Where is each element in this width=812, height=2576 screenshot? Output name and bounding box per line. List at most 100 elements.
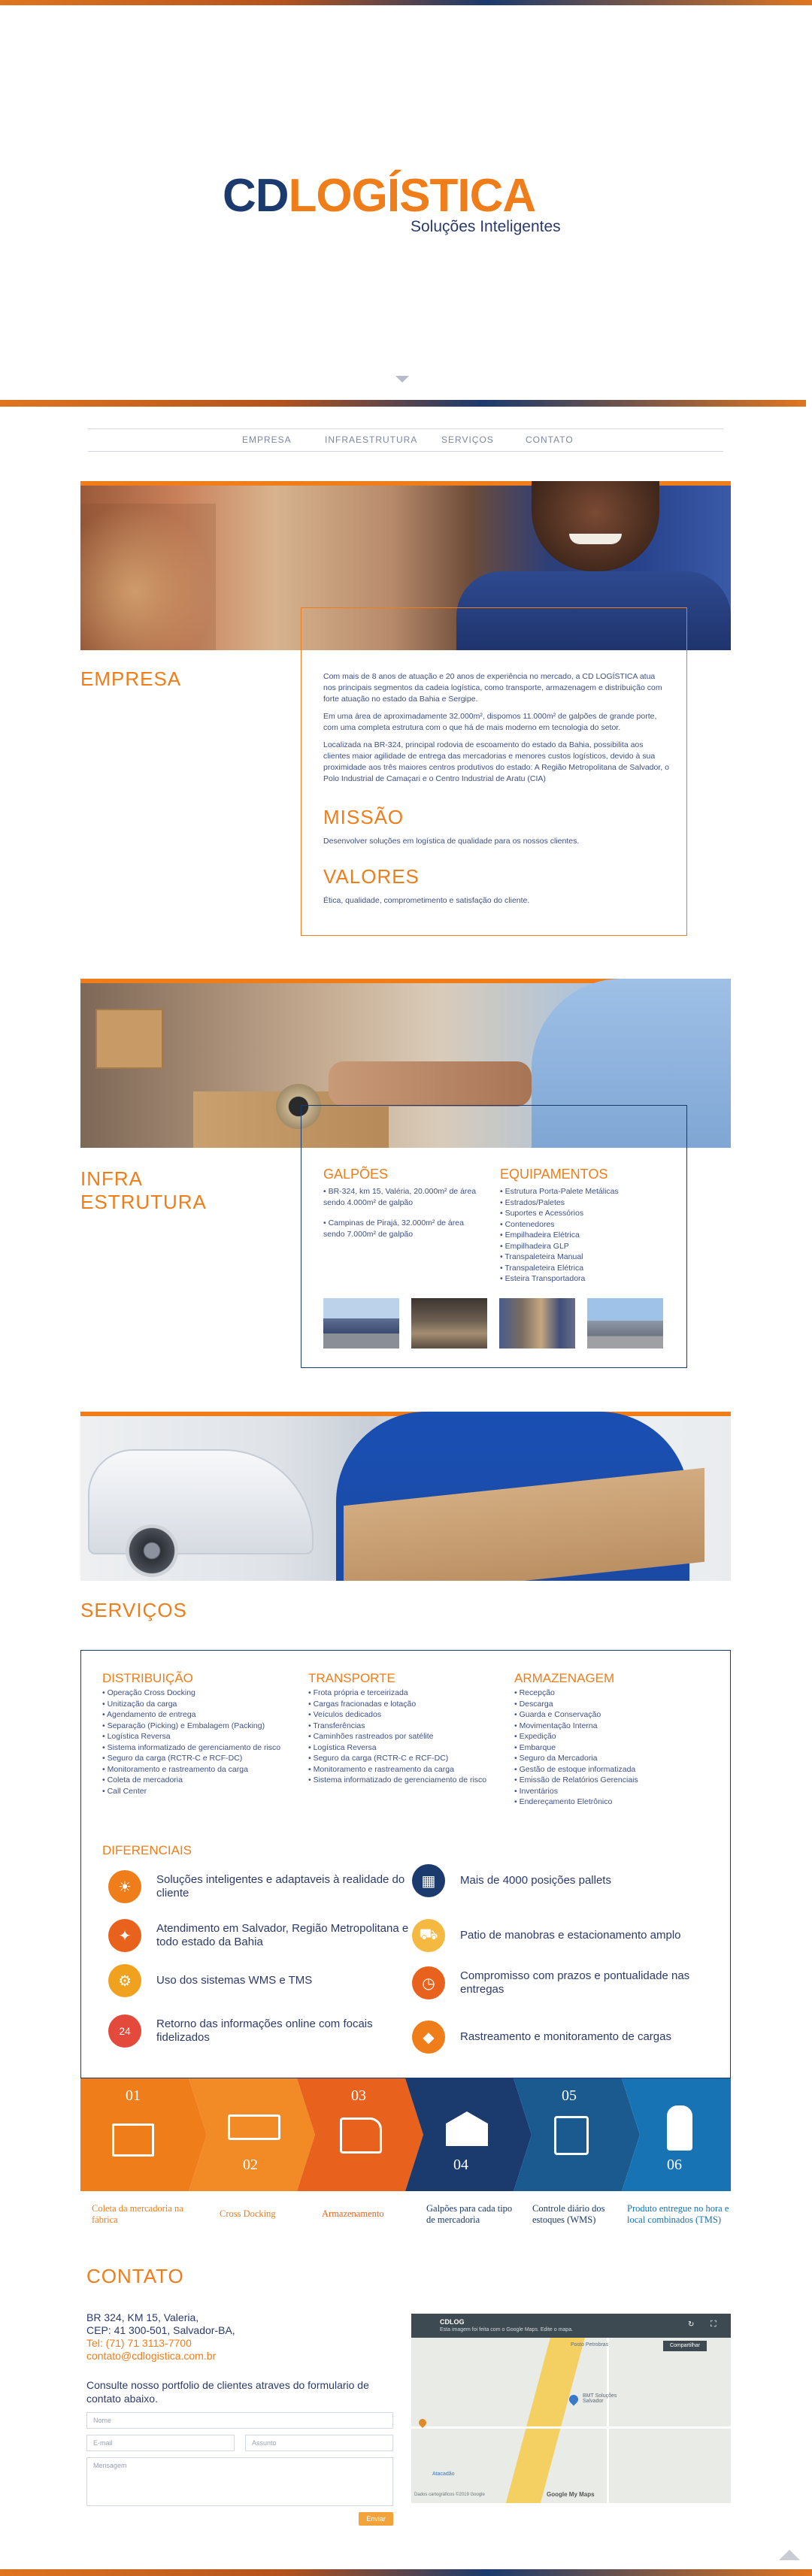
diferenciais-title: DIFERENCIAIS [102, 1843, 192, 1857]
diferencial-text: Rastreamento e monitoramento de cargas [460, 2030, 671, 2043]
map-poi-label: Posto Petrobras [571, 2342, 609, 2347]
map-road-minor [411, 2426, 731, 2429]
pallet-icon: ▦ [412, 1864, 445, 1897]
list-item: • Campinas de Pirajá, 32.000m² de área s… [323, 1218, 464, 1239]
contato-title: CONTATO [86, 2265, 184, 2287]
list-item: • Monitoramento e rastreamento da carga [308, 1764, 454, 1774]
logo[interactable]: CDLOGÍSTICA Soluções Inteligentes [223, 170, 583, 245]
list-item: • Descarga [514, 1699, 553, 1709]
map-fullscreen-icon[interactable]: ⛶ [710, 2320, 717, 2329]
delivery-truck-icon [228, 2114, 280, 2140]
armazenagem-title: ARMAZENAGEM [514, 1671, 615, 1685]
infra-title-line2: ESTRUTURA [80, 1191, 207, 1213]
transporte-title: TRANSPORTE [308, 1671, 395, 1685]
diferencial-item: ▦ Mais de 4000 posições pallets [412, 1864, 713, 1897]
name-field[interactable]: Nome [86, 2412, 393, 2429]
list-item: • Frota própria e terceirizada [308, 1688, 408, 1697]
phone-link[interactable]: Tel: (71) 71 3113-7700 [86, 2337, 235, 2350]
address-line: BR 324, KM 15, Valeria, [86, 2311, 199, 2323]
list-item: • Transpaleteira Elétrica [500, 1263, 584, 1273]
map-header: CDLOG Esta imagem foi feita com o Google… [411, 2314, 731, 2338]
diferencial-item: ◷ Compromisso com prazos e pontualidade … [412, 1966, 713, 1999]
infra-thumbnail[interactable] [411, 1298, 487, 1349]
step-label: Controle diário dos estoques (WMS) [532, 2203, 605, 2225]
nav-empresa[interactable]: EMPRESA [242, 434, 292, 445]
message-field[interactable]: Mensagem [86, 2457, 393, 2506]
infra-title-line1: INFRA [80, 1167, 143, 1190]
nav-top-rule [88, 428, 723, 429]
map-google-label: Google My Maps [547, 2491, 595, 2498]
servicos-photo [80, 1412, 731, 1581]
logo-cd: CD [223, 170, 289, 222]
list-item: • BR-324, km 15, Valéria, 20.000m² de ár… [323, 1187, 477, 1207]
map-share-button[interactable]: Compartilhar [663, 2341, 707, 2351]
list-item: • Suportes e Acessórios [500, 1209, 584, 1218]
send-button[interactable]: Enviar [359, 2512, 393, 2526]
list-item: • Seguro da Mercadoria [514, 1754, 598, 1763]
valores-text: Ética, qualidade, comprometimento e sati… [323, 896, 530, 905]
list-item: • Movimentação Interna [514, 1721, 598, 1730]
map-subtitle: Esta imagem foi feita com o Google Maps.… [440, 2327, 574, 2332]
map-embed[interactable]: CDLOG Esta imagem foi feita com o Google… [411, 2314, 731, 2503]
process-steps-graphic [80, 2078, 731, 2191]
logo-tagline: Soluções Inteligentes [411, 218, 561, 235]
infra-thumbnail[interactable] [499, 1298, 575, 1349]
map-road [498, 2338, 585, 2503]
subject-field[interactable]: Assunto [245, 2435, 393, 2451]
empresa-text: Com mais de 8 anos de atuação e 20 anos … [323, 671, 669, 785]
step-number: 01 [126, 2087, 141, 2104]
diferencial-text: Mais de 4000 posições pallets [460, 1874, 611, 1887]
map-share-icon[interactable]: ↻ [688, 2320, 694, 2329]
list-item: • Agendamento de entrega [102, 1710, 196, 1719]
list-item: • Estrutura Porta-Palete Metálicas [500, 1187, 619, 1196]
empresa-paragraph: Com mais de 8 anos de atuação e 20 anos … [323, 672, 662, 704]
transporte-list: • Frota própria e terceirizada • Cargas … [308, 1688, 504, 1786]
list-item: • Logística Reversa [308, 1742, 377, 1752]
scroll-top-icon[interactable] [779, 2550, 800, 2560]
step-label: Coleta da mercadoria na fábrica [92, 2203, 183, 2225]
list-item: • Estrados/Paletes [500, 1197, 565, 1207]
scroll-down-icon[interactable] [395, 376, 409, 383]
checklist-icon [554, 2116, 589, 2155]
list-item: • Transpaleteira Manual [500, 1252, 583, 1261]
empresa-paragraph: Localizada na BR-324, principal rodovia … [323, 740, 669, 783]
step-number: 04 [453, 2157, 468, 2173]
diferencial-text: Soluções inteligentes e adaptaveis à rea… [156, 1873, 405, 1899]
step-number: 03 [351, 2087, 366, 2104]
step-label: Produto entregue no hora e local combina… [627, 2203, 729, 2225]
step-label: Cross Docking [220, 2208, 276, 2219]
valores-title: VALORES [323, 865, 420, 888]
armazenagem-list: • Recepção • Descarga • Guarda e Conserv… [514, 1688, 710, 1808]
nav-servicos[interactable]: SERVIÇOS [441, 434, 494, 445]
list-item: • Guarda e Conservação [514, 1710, 601, 1719]
map-footer: Dados cartográficos ©2019 Google [414, 2493, 485, 2497]
list-item: • Operação Cross Docking [102, 1688, 195, 1697]
main-nav: EMPRESA INFRAESTRUTURA SERVIÇOS CONTATO [88, 434, 723, 450]
diferencial-text: Atendimento em Salvador, Região Metropol… [156, 1922, 409, 1948]
list-item: • Sistema informatizado de gerenciamento… [308, 1775, 487, 1784]
diferencial-text: Compromisso com prazos e pontualidade na… [460, 1969, 690, 1996]
list-item: • Endereçamento Eletrônico [514, 1797, 613, 1806]
map-title: CDLOG [440, 2318, 465, 2326]
list-item: • Embarque [514, 1742, 556, 1752]
header-divider-bar [0, 400, 806, 407]
list-item: • Empilhadeira Elétrica [500, 1230, 580, 1240]
diferencial-item: ☀ Soluções inteligentes e adaptaveis à r… [108, 1870, 409, 1903]
email-link[interactable]: contato@cdlogistica.com.br [86, 2350, 235, 2363]
infra-thumbnail[interactable] [587, 1298, 663, 1349]
empresa-title: EMPRESA [80, 667, 182, 690]
nav-infraestrutura[interactable]: INFRAESTRUTURA [325, 434, 417, 445]
list-item: • Caminhões rastreados por satélite [308, 1732, 434, 1741]
list-item: • Expedição [514, 1732, 556, 1741]
infra-thumbnail[interactable] [323, 1298, 399, 1349]
email-field[interactable]: E-mail [86, 2435, 235, 2451]
clock-icon: ◷ [412, 1966, 445, 1999]
equipamentos-title: EQUIPAMENTOS [500, 1167, 608, 1182]
nav-contato[interactable]: CONTATO [526, 434, 574, 445]
top-accent-bar [0, 0, 812, 5]
diferencial-item: ◆ Rastreamento e monitoramento de cargas [412, 2021, 713, 2054]
diferencial-text: Patio de manobras e estacionamento amplo [460, 1929, 681, 1942]
diferencial-item: ✦ Atendimento em Salvador, Região Metrop… [108, 1919, 409, 1952]
nav-bottom-rule [88, 451, 723, 452]
logo-logistica: LOGÍSTICA [288, 170, 537, 222]
